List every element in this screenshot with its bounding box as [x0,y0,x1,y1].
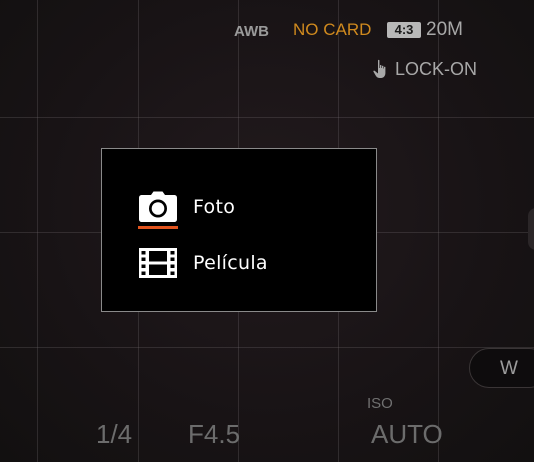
grid-line [0,117,534,118]
aspect-ratio-badge: 4:3 [387,22,421,38]
resolution-indicator: 20M [426,19,463,40]
film-icon [137,246,179,280]
hand-icon [372,59,390,79]
lock-on-indicator: LOCK-ON [372,58,477,80]
side-panel-handle[interactable] [528,208,534,250]
grid-line [0,347,534,348]
menu-item-label: Foto [193,196,236,218]
shutter-speed-value[interactable]: 1/4 [96,419,132,450]
aperture-value[interactable]: F4.5 [188,419,240,450]
lock-on-label: LOCK-ON [395,58,478,79]
camera-icon [137,190,179,224]
menu-item-movie[interactable]: Película [137,243,268,283]
card-status-indicator: NO CARD [293,20,372,39]
white-balance-indicator: AWB [234,23,269,40]
shooting-mode-menu: Foto Película [101,148,377,312]
zoom-wide-label: W [500,358,518,379]
grid-line [37,0,38,462]
iso-value[interactable]: AUTO [371,419,443,450]
zoom-wide-button[interactable]: W [469,348,534,388]
camera-viewfinder[interactable]: AWB NO CARD 4:3 20M LOCK-ON Foto Películ… [0,0,534,462]
selection-indicator [138,226,178,229]
iso-label: ISO [367,395,393,412]
menu-item-label: Película [193,252,268,274]
menu-item-photo[interactable]: Foto [137,187,235,227]
